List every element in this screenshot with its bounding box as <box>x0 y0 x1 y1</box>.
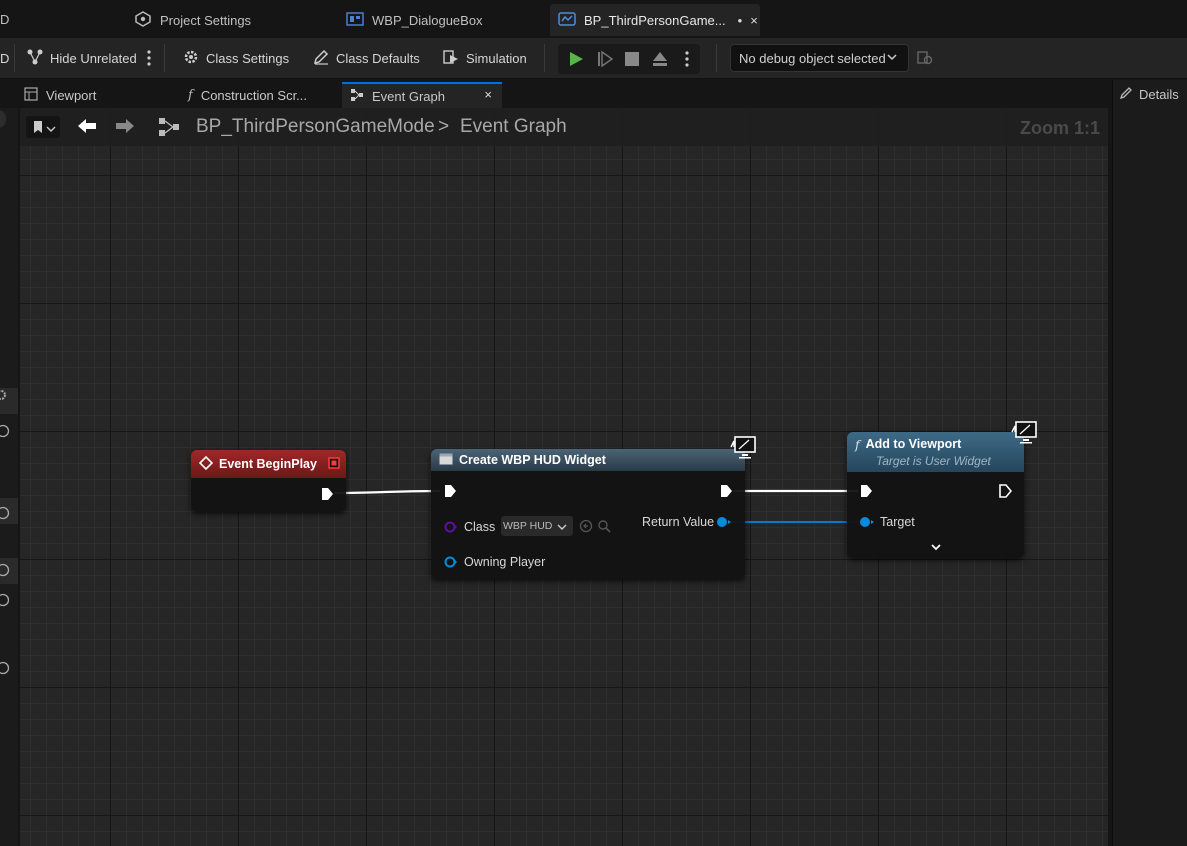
client-only-icon <box>1010 420 1038 449</box>
breadcrumb-graph[interactable]: Event Graph <box>460 116 567 138</box>
class-select[interactable]: WBP HUD <box>501 516 573 536</box>
node-subtitle: Target is User Widget <box>876 454 991 468</box>
function-icon: f <box>855 437 860 452</box>
node-title: Create WBP HUD Widget <box>459 453 606 467</box>
exec-in-pin[interactable] <box>859 484 873 501</box>
target-pin-label: Target <box>880 515 915 529</box>
exec-out-pin[interactable] <box>320 487 334 504</box>
node-title: Add to Viewport <box>865 437 962 451</box>
target-pin[interactable] <box>859 515 875 532</box>
class-select-value: WBP HUD <box>503 520 553 532</box>
exec-out-pin[interactable] <box>998 484 1013 501</box>
return-value-label: Return Value <box>642 515 715 529</box>
bookmark-icon <box>32 120 44 137</box>
browse-search-icon[interactable] <box>597 519 611 536</box>
use-selected-asset-icon[interactable] <box>579 519 593 536</box>
node-add-to-viewport[interactable]: f Add to Viewport Target is User Widget … <box>847 421 1037 558</box>
forward-arrow-icon[interactable] <box>114 117 136 138</box>
owning-player-pin[interactable] <box>444 555 458 572</box>
node-title: Event BeginPlay <box>219 457 317 471</box>
node-event-beginplay[interactable]: Event BeginPlay <box>191 450 346 512</box>
node-header: Create WBP HUD Widget <box>431 449 745 471</box>
event-diamond-icon <box>198 455 214 473</box>
event-graph-icon <box>158 117 180 140</box>
breadcrumb-separator: > <box>438 116 450 137</box>
zoom-level: Zoom 1:1 <box>1019 118 1100 138</box>
graph-breadcrumb-bar: BP_ThirdPersonGameMode > Event Graph Zoo… <box>20 108 1108 146</box>
node-header: Event BeginPlay <box>191 450 346 478</box>
breadcrumb-blueprint[interactable]: BP_ThirdPersonGameMode <box>196 116 435 138</box>
exec-wire-beginplay-to-create <box>333 489 441 495</box>
chevron-down-icon <box>46 122 56 137</box>
class-pin-label: Class <box>464 520 496 534</box>
bookmark-dropdown[interactable] <box>26 116 60 138</box>
exec-out-pin[interactable] <box>719 484 733 501</box>
back-arrow-icon[interactable] <box>76 117 98 138</box>
exec-in-pin[interactable] <box>443 484 457 501</box>
return-value-pin[interactable] <box>716 515 732 532</box>
class-pin[interactable] <box>444 520 458 537</box>
delegate-pin-icon[interactable] <box>328 457 340 472</box>
expand-chevron-icon[interactable] <box>930 541 942 556</box>
client-only-icon <box>729 435 757 464</box>
node-create-widget[interactable]: Create WBP HUD Widget Class WBP HUD Owni… <box>431 436 756 579</box>
owning-player-label: Owning Player <box>464 555 546 569</box>
chevron-down-icon <box>557 520 567 535</box>
widget-icon <box>439 453 453 468</box>
